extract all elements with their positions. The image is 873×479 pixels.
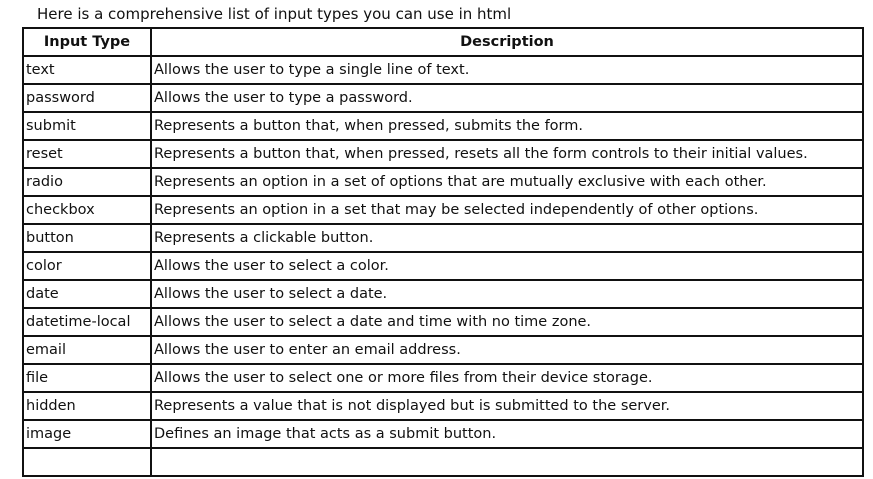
- table-row: color Allows the user to select a color.: [22, 251, 864, 281]
- description-cell: Allows the user to type a password.: [150, 83, 864, 113]
- input-type-cell: reset: [22, 139, 152, 169]
- table-row: checkbox Represents an option in a set t…: [22, 195, 864, 225]
- input-type-cell: hidden: [22, 391, 152, 421]
- description-cell: Allows the user to select a date and tim…: [150, 307, 864, 337]
- description-cell: Allows the user to enter an email addres…: [150, 335, 864, 365]
- table-row: submit Represents a button that, when pr…: [22, 111, 864, 141]
- description-cell: Represents an option in a set that may b…: [150, 195, 864, 225]
- description-cell: Allows the user to select a color.: [150, 251, 864, 281]
- column-header-input-type: Input Type: [22, 27, 152, 57]
- table-row: date Allows the user to select a date.: [22, 279, 864, 309]
- description-cell: Represents a button that, when pressed, …: [150, 111, 864, 141]
- intro-text: Here is a comprehensive list of input ty…: [37, 5, 512, 23]
- description-cell: Represents an option in a set of options…: [150, 167, 864, 197]
- input-type-cell: datetime-local: [22, 307, 152, 337]
- table-row: password Allows the user to type a passw…: [22, 83, 864, 113]
- table-header-row: Input Type Description: [22, 27, 864, 57]
- table-row: email Allows the user to enter an email …: [22, 335, 864, 365]
- input-type-cell: text: [22, 55, 152, 85]
- input-type-cell: email: [22, 335, 152, 365]
- input-type-cell: radio: [22, 167, 152, 197]
- input-type-cell: button: [22, 223, 152, 253]
- description-cell: Allows the user to select one or more fi…: [150, 363, 864, 393]
- table-row: [22, 447, 864, 477]
- input-type-cell: submit: [22, 111, 152, 141]
- description-cell: [150, 447, 864, 477]
- description-cell: Allows the user to type a single line of…: [150, 55, 864, 85]
- description-cell: Represents a value that is not displayed…: [150, 391, 864, 421]
- table-row: file Allows the user to select one or mo…: [22, 363, 864, 393]
- table-row: image Defines an image that acts as a su…: [22, 419, 864, 449]
- description-cell: Defines an image that acts as a submit b…: [150, 419, 864, 449]
- description-cell: Represents a clickable button.: [150, 223, 864, 253]
- description-cell: Allows the user to select a date.: [150, 279, 864, 309]
- table-row: button Represents a clickable button.: [22, 223, 864, 253]
- input-type-cell: file: [22, 363, 152, 393]
- table-row: hidden Represents a value that is not di…: [22, 391, 864, 421]
- input-type-cell: date: [22, 279, 152, 309]
- column-header-description: Description: [150, 27, 864, 57]
- table-row: datetime-local Allows the user to select…: [22, 307, 864, 337]
- table-row: radio Represents an option in a set of o…: [22, 167, 864, 197]
- input-type-cell: color: [22, 251, 152, 281]
- input-type-cell: image: [22, 419, 152, 449]
- input-type-cell: password: [22, 83, 152, 113]
- description-cell: Represents a button that, when pressed, …: [150, 139, 864, 169]
- input-type-cell: [22, 447, 152, 477]
- table-row: text Allows the user to type a single li…: [22, 55, 864, 85]
- input-types-table: Input Type Description text Allows the u…: [22, 27, 864, 477]
- input-type-cell: checkbox: [22, 195, 152, 225]
- table-row: reset Represents a button that, when pre…: [22, 139, 864, 169]
